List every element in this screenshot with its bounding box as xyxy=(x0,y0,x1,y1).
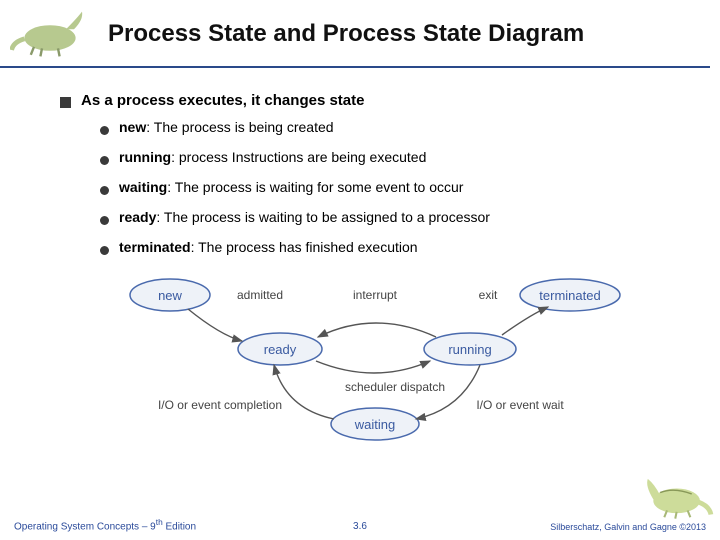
disc-bullet-icon xyxy=(100,216,109,225)
desc: The process is being created xyxy=(154,119,334,135)
sep: : xyxy=(156,209,164,225)
slide-content: As a process executes, it changes state … xyxy=(0,68,720,449)
footer-page-number: 3.6 xyxy=(353,521,367,532)
list-item: ready: The process is waiting to be assi… xyxy=(100,209,680,225)
disc-bullet-icon xyxy=(100,126,109,135)
disc-bullet-icon xyxy=(100,156,109,165)
node-terminated-label: terminated xyxy=(539,288,600,303)
square-bullet-icon xyxy=(60,97,71,108)
edge-iocomp xyxy=(274,365,334,419)
term: waiting xyxy=(119,179,167,195)
term: new xyxy=(119,119,146,135)
footer-left: Operating System Concepts – 9th Edition xyxy=(14,517,196,532)
edge-dispatch-label: scheduler dispatch xyxy=(345,380,445,394)
list-item: running: process Instructions are being … xyxy=(100,149,680,165)
edge-exit-label: exit xyxy=(479,288,498,302)
desc: The process is waiting for some event to… xyxy=(175,179,464,195)
term: running xyxy=(119,149,171,165)
lead-keyword: state xyxy=(329,92,364,109)
disc-bullet-icon xyxy=(100,246,109,255)
edge-interrupt xyxy=(318,323,436,337)
sep: : xyxy=(167,179,175,195)
node-running-label: running xyxy=(448,342,491,357)
sep: : xyxy=(171,149,179,165)
state-diagram: new terminated ready running waiting adm… xyxy=(110,269,630,449)
dinosaur-right-icon xyxy=(642,472,714,520)
state-list: new: The process is being created runnin… xyxy=(60,119,680,255)
node-new-label: new xyxy=(158,288,182,303)
list-item: new: The process is being created xyxy=(100,119,680,135)
sep: : xyxy=(146,119,154,135)
slide-footer: Operating System Concepts – 9th Edition … xyxy=(0,517,720,532)
edge-interrupt-label: interrupt xyxy=(353,288,398,302)
slide-title: Process State and Process State Diagram xyxy=(108,20,584,48)
lead-text: As a process executes, it changes xyxy=(81,92,329,109)
edge-iocomp-label: I/O or event completion xyxy=(158,398,282,412)
term: ready xyxy=(119,209,156,225)
lead-bullet: As a process executes, it changes state xyxy=(60,92,680,109)
edge-exit xyxy=(502,307,548,335)
edge-iowait-label: I/O or event wait xyxy=(476,398,564,412)
sep: : xyxy=(191,239,199,255)
node-waiting-label: waiting xyxy=(354,417,395,432)
edge-dispatch xyxy=(316,361,430,373)
footer-left-prefix: Operating System Concepts – 9 xyxy=(14,521,156,532)
list-item: terminated: The process has finished exe… xyxy=(100,239,680,255)
desc: process Instructions are being executed xyxy=(179,149,426,165)
edge-admitted xyxy=(188,309,242,341)
edge-admitted-label: admitted xyxy=(237,288,283,302)
desc: The process is waiting to be assigned to… xyxy=(164,209,490,225)
dinosaur-left-icon xyxy=(10,2,90,58)
slide-header: Process State and Process State Diagram xyxy=(0,0,710,68)
footer-left-suffix: Edition xyxy=(163,521,196,532)
node-ready-label: ready xyxy=(264,342,297,357)
footer-left-sup: th xyxy=(156,517,163,527)
desc: The process has finished execution xyxy=(198,239,417,255)
list-item: waiting: The process is waiting for some… xyxy=(100,179,680,195)
disc-bullet-icon xyxy=(100,186,109,195)
term: terminated xyxy=(119,239,191,255)
footer-copyright: Silberschatz, Galvin and Gagne ©2013 xyxy=(550,522,706,532)
